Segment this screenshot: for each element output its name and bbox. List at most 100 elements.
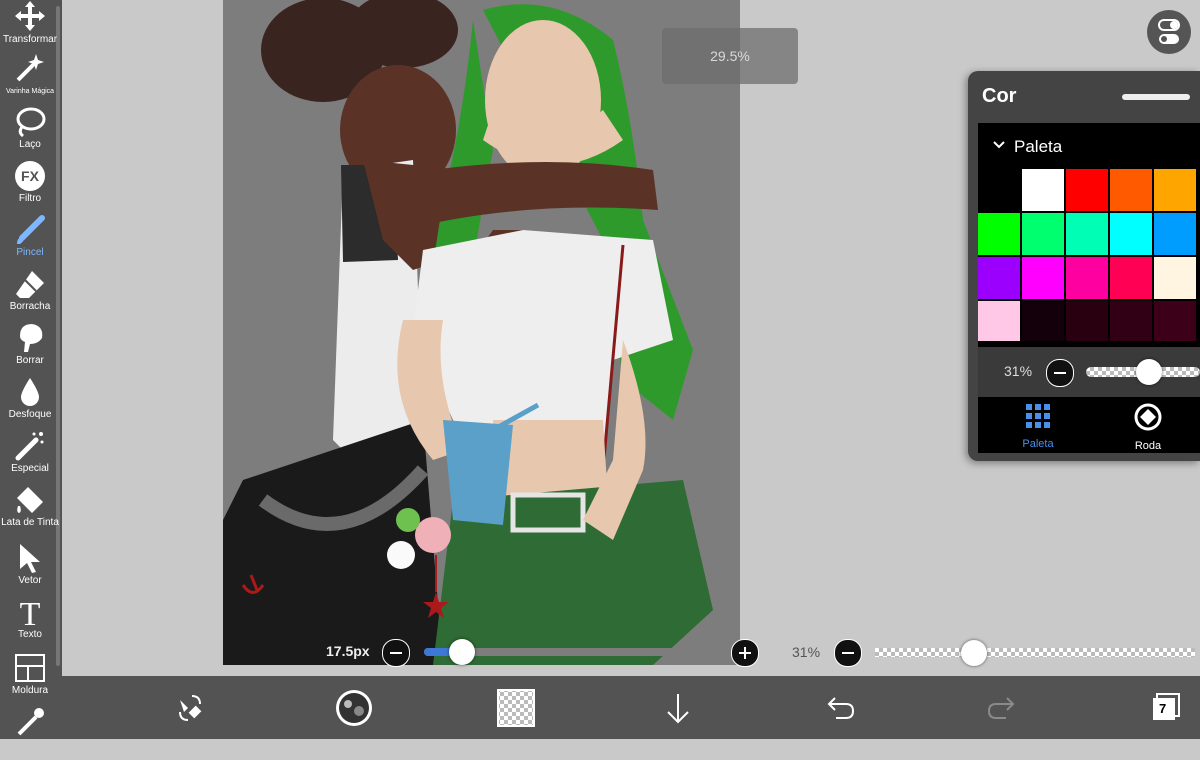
palette-swatch[interactable]	[978, 213, 1020, 255]
text-icon: T	[20, 596, 41, 628]
redo-icon	[987, 697, 1015, 719]
svg-text:FX: FX	[21, 168, 40, 184]
color-panel-tabs: Paleta Roda	[978, 397, 1200, 453]
palette-swatch[interactable]	[1154, 257, 1196, 299]
palette-swatch[interactable]	[1022, 257, 1064, 299]
color-opacity-row: 31%	[978, 347, 1200, 397]
tool-label: Filtro	[18, 193, 42, 204]
color-panel-drag-handle[interactable]	[1122, 94, 1190, 100]
tab-paleta-label: Paleta	[1022, 438, 1054, 450]
brush-icon	[17, 215, 45, 244]
brush-opacity-slider-knob[interactable]	[961, 640, 988, 666]
undo-button[interactable]	[820, 688, 860, 728]
palette-swatch[interactable]	[978, 257, 1020, 299]
smudge-icon	[20, 324, 43, 352]
swap-colors-button[interactable]	[170, 688, 210, 728]
color-opacity-value: 31%	[1004, 363, 1033, 379]
zoom-indicator: 29.5%	[662, 28, 798, 84]
tab-roda-label: Roda	[1134, 440, 1162, 452]
palette-swatch[interactable]	[1110, 213, 1152, 255]
tool-label: Moldura	[11, 685, 49, 696]
palette-swatch[interactable]	[1022, 213, 1064, 255]
download-button[interactable]	[658, 688, 698, 728]
brush-size-increase-button[interactable]	[731, 639, 759, 667]
tool-label: Laço	[19, 139, 41, 150]
redo-button[interactable]	[982, 688, 1022, 728]
palette-swatch[interactable]	[978, 301, 1020, 341]
frame-icon	[15, 654, 45, 682]
transparent-color-swatch-icon	[497, 689, 535, 727]
tool-label: Texto	[18, 629, 42, 640]
tool-filter[interactable]: FX Filtro	[0, 160, 60, 214]
brush-size-slider[interactable]	[424, 639, 717, 665]
tool-lasso[interactable]: Laço	[0, 106, 60, 160]
fx-icon: FX	[15, 161, 45, 191]
artwork-canvas[interactable]	[223, 0, 740, 665]
tool-transform[interactable]: Transformar	[0, 0, 60, 54]
brush-opacity-slider[interactable]	[875, 640, 1195, 666]
color-panel: Cor Paleta 31% Paleta Roda	[968, 71, 1200, 461]
panel-toggle-button[interactable]	[1147, 10, 1191, 54]
left-toolbar: Transformar Varinha Mágica Laço FX Filtr…	[0, 0, 62, 739]
palette-swatch[interactable]	[1154, 301, 1196, 341]
tool-special[interactable]: Especial	[0, 430, 60, 484]
tool-eyedropper[interactable]	[0, 706, 60, 760]
tab-paleta[interactable]: Paleta	[998, 403, 1078, 450]
palette-swatch[interactable]	[1110, 257, 1152, 299]
arrow-down-icon	[667, 694, 689, 724]
palette-swatch[interactable]	[1066, 301, 1108, 341]
color-wheel-icon	[1134, 403, 1162, 431]
palette-swatch[interactable]	[1022, 301, 1064, 341]
tool-magic-wand[interactable]: Varinha Mágica	[0, 52, 60, 106]
layers-button[interactable]: 7	[1152, 693, 1180, 721]
brush-preview-button[interactable]	[334, 688, 374, 728]
palette-swatch[interactable]	[1110, 301, 1152, 341]
artwork-illustration	[223, 0, 713, 665]
lasso-icon	[16, 107, 46, 138]
palette-label: Paleta	[1014, 137, 1063, 156]
brush-preview-icon	[336, 690, 372, 726]
brush-size-decrease-button[interactable]	[382, 639, 410, 667]
tool-label: Vetor	[18, 575, 42, 586]
tool-label: Borracha	[9, 301, 51, 312]
tool-text[interactable]: T Texto	[0, 596, 60, 650]
palette-swatch[interactable]	[1066, 257, 1108, 299]
palette-swatch[interactable]	[1154, 169, 1196, 211]
swap-tools-icon	[179, 695, 202, 721]
tool-brush[interactable]: Pincel	[0, 214, 60, 268]
tool-label: Transformar	[2, 34, 58, 45]
color-panel-title: Cor	[982, 85, 1017, 107]
palette-swatch[interactable]	[1154, 213, 1196, 255]
eyedropper-icon	[17, 708, 44, 736]
brush-opacity-decrease-button[interactable]	[834, 639, 862, 667]
palette-swatch[interactable]	[1066, 213, 1108, 255]
tab-roda[interactable]: Roda	[1108, 403, 1188, 452]
color-opacity-slider[interactable]	[1086, 359, 1200, 385]
tool-paint-bucket[interactable]: Lata de Tinta	[0, 484, 60, 538]
blur-drop-icon	[21, 378, 39, 406]
chevron-down-icon	[993, 141, 1005, 149]
tool-label: Pincel	[16, 247, 44, 258]
toggle-switch-icon	[1158, 19, 1180, 44]
tool-smudge[interactable]: Borrar	[0, 322, 60, 376]
move-arrows-icon	[15, 1, 45, 31]
tool-vector[interactable]: Vetor	[0, 542, 60, 596]
palette-swatch[interactable]	[1022, 169, 1064, 211]
color-preview-button[interactable]	[496, 688, 536, 728]
tool-blur[interactable]: Desfoque	[0, 376, 60, 430]
magic-wand-icon	[16, 54, 44, 82]
tool-label: Borrar	[16, 355, 44, 366]
vector-cursor-icon	[20, 544, 40, 573]
svg-text:T: T	[20, 596, 41, 628]
color-opacity-decrease-button[interactable]	[1046, 359, 1074, 387]
color-opacity-slider-knob[interactable]	[1135, 359, 1162, 385]
tool-frame[interactable]: Moldura	[0, 652, 60, 706]
palette-swatch[interactable]	[1110, 169, 1152, 211]
palette-swatch[interactable]	[978, 169, 1020, 211]
palette-header[interactable]: Paleta	[978, 123, 1200, 169]
tool-eraser[interactable]: Borracha	[0, 268, 60, 322]
palette-swatch[interactable]	[1066, 169, 1108, 211]
tool-label: Especial	[11, 463, 49, 474]
color-panel-content: Paleta 31% Paleta Roda	[978, 123, 1200, 453]
brush-size-slider-knob[interactable]	[449, 639, 476, 665]
